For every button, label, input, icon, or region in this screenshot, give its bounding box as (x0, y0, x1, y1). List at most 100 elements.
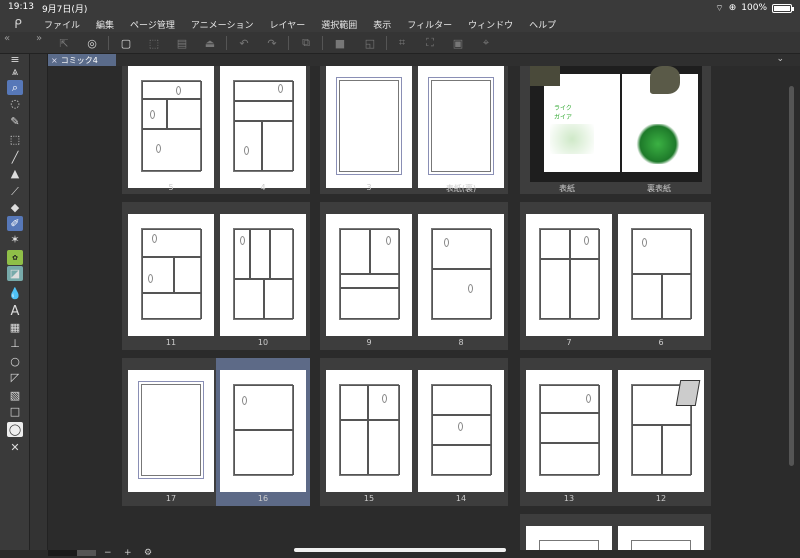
stamp-tool-icon[interactable]: ⊥ (7, 336, 23, 351)
frame-icon[interactable]: ⌖ (478, 35, 494, 51)
ellipse-tool-icon[interactable]: ○ (7, 354, 23, 369)
panel (632, 229, 692, 274)
panel (234, 385, 294, 430)
page-thumb-11[interactable] (128, 214, 214, 336)
text-tool-icon[interactable]: A (7, 304, 23, 319)
panel (234, 81, 294, 101)
menu-edit[interactable]: 編集 (88, 18, 122, 31)
page-thumb-4[interactable] (220, 66, 306, 188)
page-thumb-15[interactable] (326, 370, 412, 492)
page-thumb-17[interactable] (128, 370, 214, 492)
open-page-icon[interactable]: ⬚ (146, 35, 162, 51)
menu-file[interactable]: ファイル (36, 18, 88, 31)
fit-icon[interactable]: ⛶ (422, 35, 438, 51)
gradient-tool-icon[interactable]: ◪ (7, 266, 23, 281)
page-thumb-16[interactable] (220, 370, 306, 492)
menu-view[interactable]: 表示 (365, 18, 399, 31)
crop-icon[interactable]: ◱ (362, 35, 378, 51)
menu-filter[interactable]: フィルター (399, 18, 460, 31)
page-thumb-14[interactable] (418, 370, 504, 492)
home-indicator[interactable] (294, 548, 506, 552)
ruler-tool-icon[interactable]: ◸ (7, 370, 23, 385)
balloon (278, 84, 283, 93)
app-logo-icon[interactable]: ᑭ (0, 17, 36, 31)
layer-icon[interactable]: ▣ (450, 35, 466, 51)
shade-tool-icon[interactable]: ▧ (7, 388, 23, 403)
page-thumb-9[interactable] (326, 214, 412, 336)
move-tool-icon[interactable]: ⩓ (7, 64, 23, 79)
decoration-tool-icon[interactable]: ✿ (7, 250, 23, 265)
fill-tool-icon[interactable]: 💧 (7, 286, 23, 301)
balloon (584, 236, 589, 245)
panel (540, 385, 600, 413)
pencil-tool-icon[interactable]: ✐ (7, 216, 23, 231)
brush-tool-icon[interactable]: ╱ (7, 150, 23, 165)
collapse-left-icon[interactable]: « (4, 33, 10, 44)
new-page-icon[interactable]: ▢ (118, 35, 134, 51)
transform-icon[interactable]: ⧉ (298, 35, 314, 51)
page-thumb-12[interactable] (618, 370, 704, 492)
page-thumb-5[interactable] (128, 66, 214, 188)
wifi-icon: ︎⌔ (715, 3, 724, 14)
eraser-tool-icon[interactable]: ◆ (7, 200, 23, 215)
close-tab-icon[interactable]: × (51, 56, 58, 65)
fill-icon[interactable]: ■ (332, 35, 348, 51)
cloud-icon[interactable]: ◎ (84, 35, 100, 51)
panel (570, 259, 600, 319)
save-icon[interactable]: ⏏ (202, 35, 218, 51)
pen-tool-icon[interactable]: ✎ (7, 114, 23, 129)
zoom-slider[interactable] (48, 550, 96, 556)
color-swatch-icon[interactable]: ◯ (7, 422, 23, 437)
page-frame (141, 384, 201, 476)
page-number: 7 (566, 338, 572, 347)
page-thumb-8[interactable] (418, 214, 504, 336)
page-number: 裏表紙 (647, 184, 671, 193)
settings-icon[interactable]: ⚙ (144, 548, 152, 558)
lasso-tool-icon[interactable]: ◌ (7, 96, 23, 111)
export-icon[interactable]: ⇱ (56, 35, 72, 51)
expand-right-icon[interactable]: » (36, 33, 42, 44)
eyedropper-tool-icon[interactable]: ⟋ (7, 184, 23, 199)
sparkle-tool-icon[interactable]: ✶ (7, 232, 23, 247)
balloon (468, 284, 473, 293)
grid-icon[interactable]: ⌗ (394, 35, 410, 51)
command-bar: « » ⇱ ◎ ▢ ⬚ ▤ ⏏ ↶ ↷ ⧉ ■ ◱ ⌗ ⛶ ▣ ⌖ (0, 32, 800, 54)
panel (432, 229, 492, 269)
page-thumb-7[interactable] (526, 214, 612, 336)
zoom-out-button[interactable]: − (104, 548, 112, 558)
redo-icon[interactable]: ↷ (264, 35, 280, 51)
zoom-tool-icon[interactable]: ⌕ (7, 80, 23, 95)
document-tab[interactable]: × コミック4 (48, 54, 116, 66)
page-number: 16 (257, 494, 269, 503)
chevron-down-icon[interactable]: ⌄ (776, 54, 784, 64)
transparent-color-icon[interactable]: ✕ (7, 440, 23, 455)
menu-animation[interactable]: アニメーション (183, 18, 262, 31)
page-thumb-next-right[interactable] (618, 526, 704, 550)
cover-spread-image[interactable]: ライク ガイア (530, 66, 702, 182)
page-settings-icon[interactable]: ▤ (174, 35, 190, 51)
panel (540, 229, 570, 259)
balloon-tool-icon[interactable]: ▦ (7, 320, 23, 335)
page-manager-canvas[interactable]: 5 4 3 表紙(裏) ライク ガイア 表紙 裏表紙 11 10 9 8 7 6… (48, 66, 782, 550)
scrollbar-thumb[interactable] (789, 86, 794, 466)
undo-icon[interactable]: ↶ (236, 35, 252, 51)
vertical-scrollbar[interactable] (782, 66, 800, 550)
page-thumb-cover-back-inner[interactable] (418, 66, 504, 188)
page-thumb-13[interactable] (526, 370, 612, 492)
rect-tool-icon[interactable]: □ (7, 404, 23, 419)
balloon (150, 110, 155, 119)
menu-help[interactable]: ヘルプ (521, 18, 564, 31)
menu-window[interactable]: ウィンドウ (460, 18, 521, 31)
menu-layer[interactable]: レイヤー (262, 18, 314, 31)
page-thumb-3[interactable] (326, 66, 412, 188)
page-thumb-10[interactable] (220, 214, 306, 336)
menu-selection[interactable]: 選択範囲 (313, 18, 365, 31)
balloon (176, 86, 181, 95)
zoom-in-button[interactable]: + (124, 548, 132, 558)
select-tool-icon[interactable]: ⬚ (7, 132, 23, 147)
page-thumb-6[interactable] (618, 214, 704, 336)
page-thumb-next-left[interactable] (526, 526, 612, 550)
page-frame (339, 80, 399, 172)
menu-page-management[interactable]: ページ管理 (122, 18, 183, 31)
ink-tool-icon[interactable]: ▲ (7, 166, 23, 181)
